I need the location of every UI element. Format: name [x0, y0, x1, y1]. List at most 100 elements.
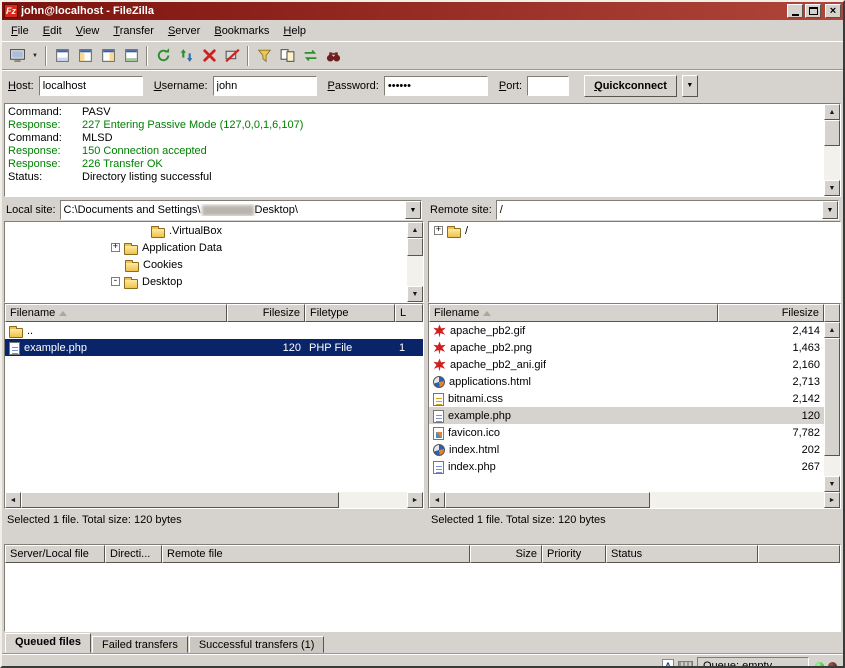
close-icon: × — [830, 6, 836, 17]
file-row-example-php[interactable]: example.php 120 PHP File 1 — [5, 339, 423, 356]
log-vertical-scrollbar[interactable]: ▲ ▼ — [824, 104, 840, 196]
column-header-status[interactable]: Status — [606, 545, 758, 563]
local-horizontal-scrollbar[interactable]: ◄ ► — [5, 492, 423, 508]
menu-edit[interactable]: Edit — [36, 22, 69, 40]
scroll-up-button[interactable]: ▲ — [407, 222, 423, 238]
tree-item-cookies[interactable]: Cookies — [5, 256, 423, 273]
scroll-down-button[interactable]: ▼ — [407, 286, 423, 302]
scrollbar-track[interactable] — [407, 256, 423, 286]
remote-site-combobox[interactable]: / ▼ — [496, 200, 839, 220]
queue-header: Server/Local file Directi... Remote file… — [5, 545, 840, 563]
tree-expander-icon[interactable]: - — [111, 277, 120, 286]
port-input[interactable] — [527, 76, 569, 96]
file-row[interactable]: bitnami.css2,142 — [429, 390, 824, 407]
filter-button[interactable] — [253, 45, 275, 67]
cancel-button[interactable] — [198, 45, 220, 67]
speed-limit-indicator-icon[interactable] — [678, 661, 693, 668]
local-tree-vertical-scrollbar[interactable]: ▲ ▼ — [407, 222, 423, 302]
tree-item-root[interactable]: + / — [429, 222, 840, 239]
scrollbar-thumb[interactable] — [824, 120, 840, 146]
host-input[interactable] — [39, 76, 143, 96]
menu-help[interactable]: Help — [276, 22, 313, 40]
remote-horizontal-scrollbar[interactable]: ◄ ► — [429, 492, 840, 508]
scroll-up-button[interactable]: ▲ — [824, 322, 840, 338]
column-header-direction[interactable]: Directi... — [105, 545, 162, 563]
file-row[interactable]: favicon.ico7,782 — [429, 424, 824, 441]
tab-queued-files[interactable]: Queued files — [5, 633, 91, 653]
find-button[interactable] — [322, 45, 344, 67]
minimize-button[interactable] — [787, 4, 803, 18]
menu-server[interactable]: Server — [161, 22, 207, 40]
scroll-down-button[interactable]: ▼ — [824, 180, 840, 196]
scrollbar-thumb[interactable] — [21, 492, 339, 508]
toggle-remote-tree-button[interactable] — [97, 45, 119, 67]
remote-list-vertical-scrollbar[interactable]: ▲ ▼ — [824, 322, 840, 492]
menu-transfer[interactable]: Transfer — [106, 22, 161, 40]
column-header-remote-file[interactable]: Remote file — [162, 545, 470, 563]
scrollbar-thumb[interactable] — [824, 338, 840, 456]
column-header-lastmodified[interactable]: L — [395, 304, 423, 322]
password-input[interactable] — [384, 76, 488, 96]
file-row-selected[interactable]: example.php120 — [429, 407, 824, 424]
combo-dropdown-button[interactable]: ▼ — [405, 201, 421, 219]
toggle-message-log-button[interactable] — [51, 45, 73, 67]
column-header-size[interactable]: Size — [470, 545, 542, 563]
site-manager-dropdown-button[interactable]: ▼ — [29, 45, 41, 67]
quickconnect-dropdown-button[interactable]: ▼ — [682, 75, 698, 97]
disconnect-button[interactable] — [221, 45, 243, 67]
scroll-right-button[interactable]: ► — [407, 492, 423, 508]
combo-dropdown-button[interactable]: ▼ — [822, 201, 838, 219]
scrollbar-thumb[interactable] — [445, 492, 650, 508]
file-row[interactable]: index.html202 — [429, 441, 824, 458]
transfer-type-indicator-icon[interactable]: A — [662, 659, 674, 668]
tree-item-desktop[interactable]: - Desktop — [5, 273, 423, 290]
tab-failed-transfers[interactable]: Failed transfers — [92, 636, 188, 653]
process-queue-button[interactable] — [175, 45, 197, 67]
maximize-button[interactable] — [805, 4, 821, 18]
menu-view[interactable]: View — [69, 22, 107, 40]
scroll-up-button[interactable]: ▲ — [824, 104, 840, 120]
tree-expander-icon[interactable]: + — [111, 243, 120, 252]
titlebar[interactable]: Fz john@localhost - FileZilla × — [2, 2, 843, 20]
column-header-filetype[interactable]: Filetype — [305, 304, 395, 322]
tree-expander-icon[interactable]: + — [434, 226, 443, 235]
column-header-filename[interactable]: Filename — [429, 304, 718, 322]
column-header-server-local-file[interactable]: Server/Local file — [5, 545, 105, 563]
scrollbar-thumb[interactable] — [407, 238, 423, 256]
refresh-button[interactable] — [152, 45, 174, 67]
queue-body[interactable] — [5, 563, 840, 631]
scrollbar-track[interactable] — [650, 492, 824, 508]
quickconnect-button[interactable]: Quickconnect — [584, 75, 677, 97]
username-input[interactable] — [213, 76, 317, 96]
menu-bookmarks[interactable]: Bookmarks — [207, 22, 276, 40]
file-row[interactable]: applications.html2,713 — [429, 373, 824, 390]
close-button[interactable]: × — [825, 4, 841, 18]
synchronized-browsing-button[interactable] — [299, 45, 321, 67]
scroll-left-button[interactable]: ◄ — [429, 492, 445, 508]
column-header-filesize[interactable]: Filesize — [227, 304, 305, 322]
scrollbar-track[interactable] — [824, 146, 840, 180]
scrollbar-track[interactable] — [339, 492, 407, 508]
file-row[interactable]: apache_pb2.png1,463 — [429, 339, 824, 356]
column-header-priority[interactable]: Priority — [542, 545, 606, 563]
tab-successful-transfers[interactable]: Successful transfers (1) — [189, 636, 325, 653]
file-row[interactable]: apache_pb2.gif2,414 — [429, 322, 824, 339]
tree-item-virtualbox[interactable]: .VirtualBox — [5, 222, 423, 239]
tree-item-application-data[interactable]: + Application Data — [5, 239, 423, 256]
scrollbar-track[interactable] — [824, 456, 840, 476]
compare-button[interactable] — [276, 45, 298, 67]
file-row[interactable]: apache_pb2_ani.gif2,160 — [429, 356, 824, 373]
menu-file[interactable]: File — [4, 22, 36, 40]
scroll-down-button[interactable]: ▼ — [824, 476, 840, 492]
site-manager-button[interactable] — [6, 45, 28, 67]
toggle-local-tree-button[interactable] — [74, 45, 96, 67]
column-header-filesize[interactable]: Filesize — [718, 304, 824, 322]
toggle-queue-button[interactable] — [120, 45, 142, 67]
local-site-combobox[interactable]: C:\Documents and Settings\ Desktop\ ▼ — [60, 200, 422, 220]
file-size: 2,160 — [718, 359, 824, 371]
file-row[interactable]: index.php267 — [429, 458, 824, 475]
column-header-filename[interactable]: Filename — [5, 304, 227, 322]
file-row-parent-dir[interactable]: .. — [5, 322, 423, 339]
scroll-left-button[interactable]: ◄ — [5, 492, 21, 508]
scroll-right-button[interactable]: ► — [824, 492, 840, 508]
